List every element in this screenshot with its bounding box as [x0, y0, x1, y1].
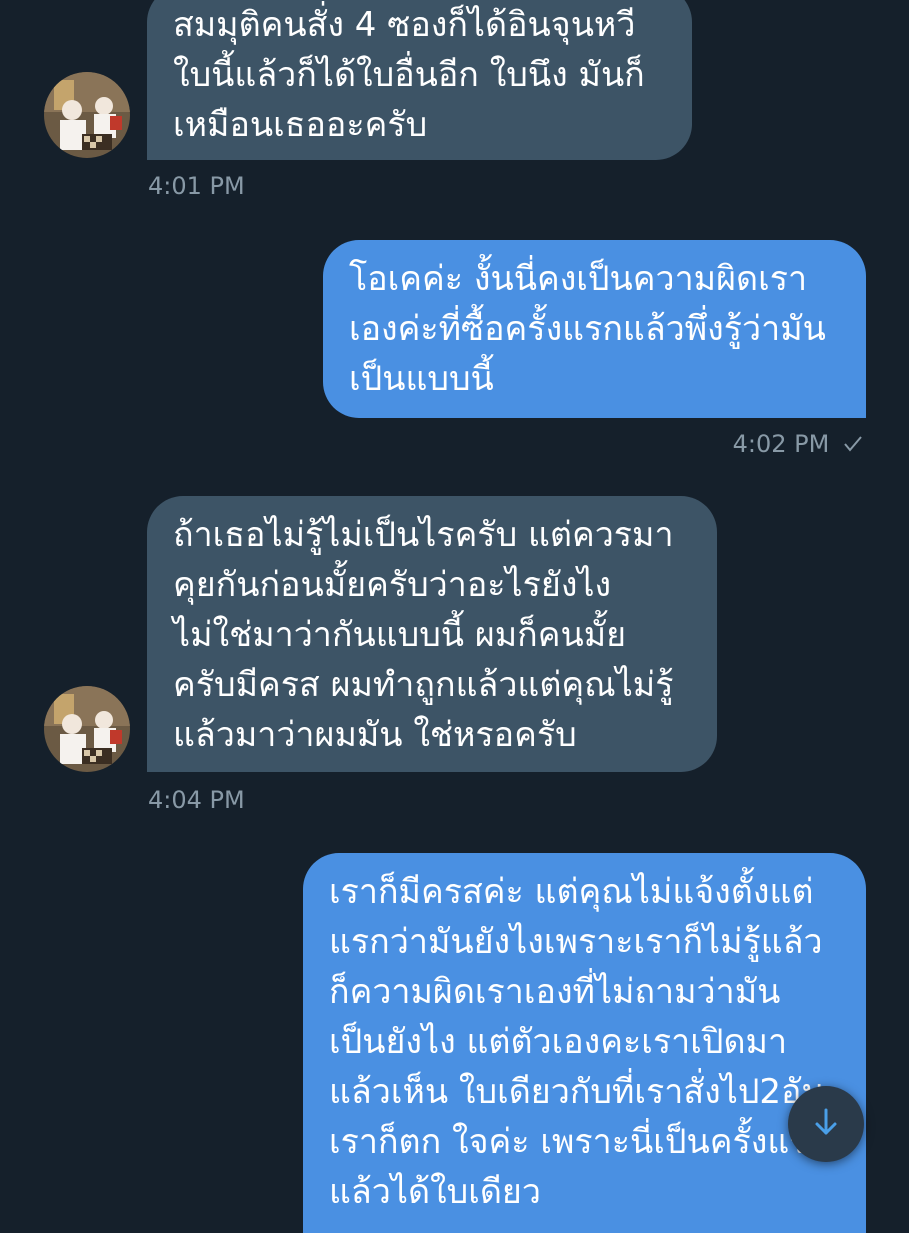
message-timestamp: 4:02 PM: [733, 430, 863, 459]
message-text-line: แล้วได้ใบเดียว: [329, 1172, 541, 1212]
message-text-line: โอเคค่ะ งั้นนี่คงเป็นความผิดเรา: [349, 259, 808, 299]
outgoing-message-bubble[interactable]: เราก็มีครสค่ะ แต่คุณไม่แจ้งตั้งแต่ แรกว่…: [303, 853, 866, 1233]
message-text-line: ก็ความผิดเราเองที่ไม่ถามว่ามัน: [329, 972, 781, 1012]
outgoing-message-bubble[interactable]: โอเคค่ะ งั้นนี่คงเป็นความผิดเรา เองค่ะที…: [323, 240, 866, 418]
avatar-photo: [44, 72, 130, 158]
message-text-line: คุยกันก่อนมั้ยครับว่าอะไรยังไง: [173, 565, 612, 605]
message-text-line: เองค่ะที่ซื้อครั้งแรกแล้วพึ่งรู้ว่ามัน: [349, 309, 826, 349]
incoming-message-bubble[interactable]: สมมุติคนสั่ง 4 ซองก็ได้อินจุนหวี ใบนี้แล…: [147, 0, 692, 160]
message-text-line: สมมุติคนสั่ง 4 ซองก็ได้อินจุนหวี: [173, 5, 636, 45]
message-text-line: ไม่ใช่มาว่ากันแบบนี้ ผมก็คนมั้ย: [173, 615, 627, 655]
message-text-line: ใบนี้แล้วก็ได้ใบอื่นอีก ใบนึง มันก็: [173, 55, 645, 95]
avatar[interactable]: [44, 72, 130, 158]
message-text-line: ครับมีครส ผมทำถูกแล้วแต่คุณไม่รู้: [173, 665, 674, 705]
message-text-line: เป็นยังไง แต่ตัวเองคะเราเปิดมา: [329, 1022, 788, 1062]
message-text-line: เป็นแบบนี้: [349, 359, 494, 399]
message-text-line: แล้วเห็น ใบเดียวกับที่เราสั่งไป2อัน: [329, 1072, 825, 1112]
message-text-line: เราก็มีครสค่ะ แต่คุณไม่แจ้งตั้งแต่: [329, 872, 814, 912]
avatar[interactable]: [44, 686, 130, 772]
message-text-line: ถ้าเธอไม่รู้ไม่เป็นไรครับ แต่ควรมา: [173, 515, 674, 555]
message-text-line: เหมือนเธออะครับ: [173, 105, 428, 145]
message-text-line: แรกว่ามันยังไงเพราะเราก็ไม่รู้แล้ว: [329, 922, 823, 962]
message-timestamp: 4:04 PM: [148, 786, 245, 814]
incoming-message-bubble[interactable]: ถ้าเธอไม่รู้ไม่เป็นไรครับ แต่ควรมา คุยกั…: [147, 496, 717, 772]
avatar-photo: [44, 686, 130, 772]
message-timestamp: 4:01 PM: [148, 172, 245, 200]
message-text-line: แล้วมาว่าผมมัน ใช่หรอครับ: [173, 715, 577, 755]
check-icon: [843, 431, 863, 459]
scroll-to-bottom-button[interactable]: [788, 1086, 864, 1162]
message-time: 4:02 PM: [732, 430, 830, 458]
message-text-line: เราก็ตก ใจค่ะ เพราะนี่เป็นครั้งแรก: [329, 1122, 829, 1162]
arrow-down-icon: [812, 1107, 840, 1141]
